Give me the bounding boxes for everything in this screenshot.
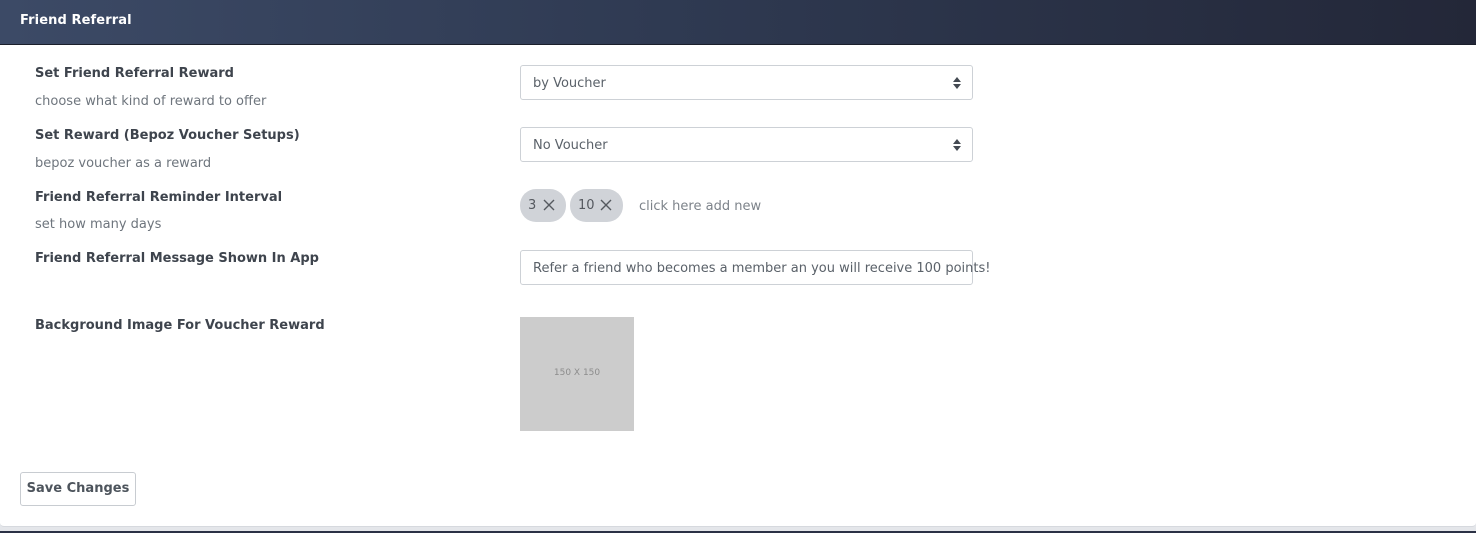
- reminder-interval-help: set how many days: [35, 217, 162, 232]
- reward-type-help: choose what kind of reward to offer: [35, 94, 267, 109]
- reward-type-select[interactable]: by Voucher: [520, 65, 973, 100]
- add-interval-input[interactable]: click here add new: [639, 199, 761, 214]
- interval-tag-value: 3: [528, 198, 537, 213]
- interval-tag: 3: [520, 189, 566, 222]
- reward-type-label: Set Friend Referral Reward: [35, 66, 234, 81]
- sort-arrows-icon: [953, 139, 961, 151]
- sort-arrows-icon: [953, 77, 961, 89]
- app-message-value: Refer a friend who becomes a member an y…: [533, 261, 991, 276]
- panel-title: Friend Referral: [20, 13, 132, 28]
- voucher-setup-value: No Voucher: [533, 138, 608, 153]
- background-image-label: Background Image For Voucher Reward: [35, 318, 325, 333]
- app-message-input[interactable]: Refer a friend who becomes a member an y…: [520, 250, 990, 285]
- app-message-label: Friend Referral Message Shown In App: [35, 251, 319, 266]
- friend-referral-panel: Friend Referral Set Friend Referral Rewa…: [0, 0, 1476, 527]
- interval-tag-value: 10: [578, 198, 595, 213]
- image-size-placeholder: 150 X 150: [553, 368, 601, 378]
- close-icon[interactable]: [600, 199, 612, 211]
- voucher-setup-help: bepoz voucher as a reward: [35, 156, 212, 171]
- panel-header: Friend Referral: [0, 0, 1476, 45]
- voucher-setup-label: Set Reward (Bepoz Voucher Setups): [35, 128, 300, 143]
- interval-tag: 10: [570, 189, 623, 222]
- reward-type-value: by Voucher: [533, 76, 606, 91]
- voucher-setup-select[interactable]: No Voucher: [520, 127, 973, 162]
- reminder-interval-label: Friend Referral Reminder Interval: [35, 190, 283, 205]
- save-changes-button[interactable]: Save Changes: [20, 472, 136, 506]
- close-icon[interactable]: [543, 199, 555, 211]
- background-image-upload[interactable]: 150 X 150: [520, 317, 634, 431]
